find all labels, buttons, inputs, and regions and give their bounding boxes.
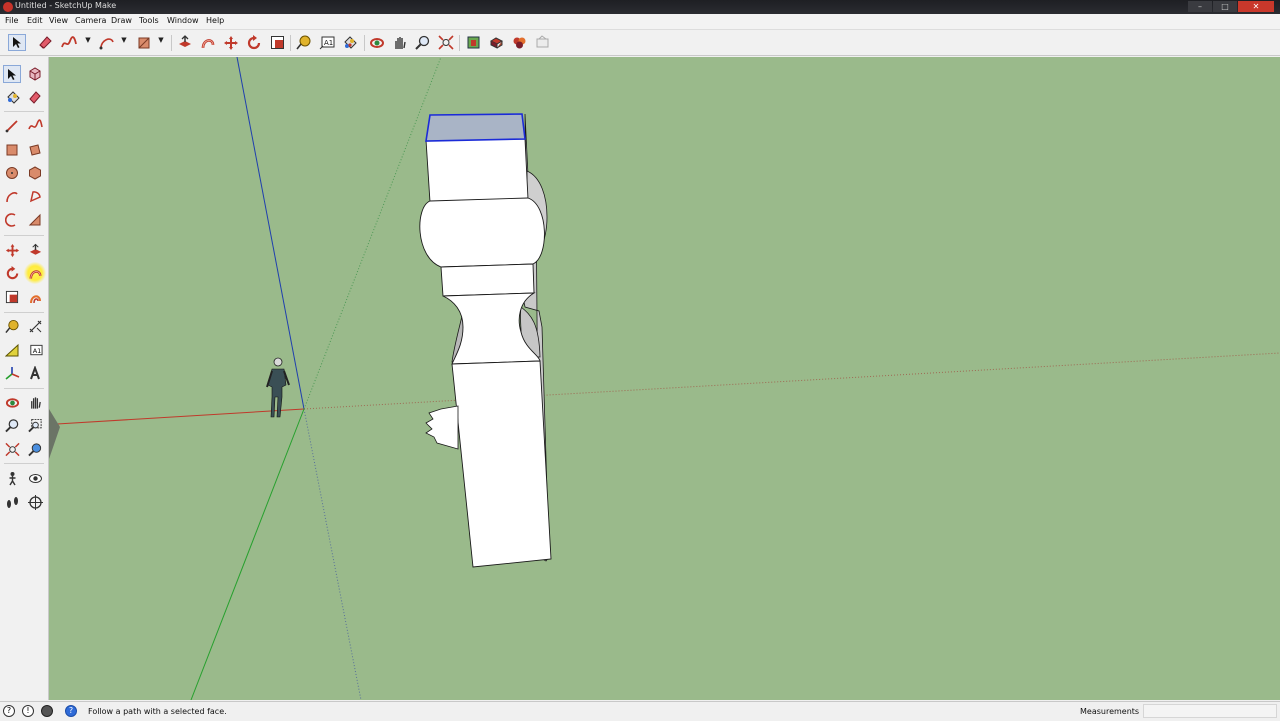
zoom-icon[interactable] <box>3 416 21 434</box>
rotate-icon[interactable] <box>245 34 263 51</box>
arc-icon[interactable] <box>3 188 21 206</box>
rotate-icon[interactable] <box>3 264 21 282</box>
menu-help[interactable]: Help <box>206 16 224 25</box>
position-camera-icon[interactable] <box>3 469 21 487</box>
title-bar: Untitled - SketchUp Make – □ ✕ <box>0 0 1280 14</box>
text-icon[interactable]: A1 <box>318 34 336 51</box>
layout-icon[interactable] <box>533 34 551 51</box>
sketchup-logo-icon <box>3 2 13 12</box>
dimension-icon[interactable] <box>26 317 44 335</box>
paint-bucket-icon[interactable] <box>341 34 359 51</box>
freehand-dropdown-icon[interactable]: ▼ <box>84 36 92 48</box>
menu-camera[interactable]: Camera <box>75 16 106 25</box>
select-icon[interactable] <box>8 34 26 51</box>
push-pull-icon[interactable] <box>176 34 194 51</box>
rectangle-dropdown-icon[interactable]: ▼ <box>157 36 165 48</box>
red-axis-dotted <box>303 352 1280 410</box>
svg-text:A1: A1 <box>324 39 333 47</box>
follow-me-icon[interactable] <box>24 262 46 284</box>
orbit-icon[interactable] <box>3 393 21 411</box>
orbit-icon[interactable] <box>368 34 386 51</box>
menu-draw[interactable]: Draw <box>111 16 132 25</box>
left-toolbar: A1 <box>0 57 49 700</box>
offset-icon[interactable] <box>26 288 44 306</box>
close-icon[interactable]: ✕ <box>1238 1 1274 12</box>
maximize-icon[interactable]: □ <box>1213 1 1237 12</box>
section-plane-icon[interactable] <box>26 493 44 511</box>
3d-text-icon[interactable] <box>26 364 44 382</box>
rotated-rectangle-icon[interactable] <box>26 141 44 159</box>
walk-icon[interactable] <box>3 493 21 511</box>
axes-icon[interactable] <box>3 364 21 382</box>
arc-icon[interactable] <box>98 34 116 51</box>
pie-icon[interactable] <box>26 188 44 206</box>
protractor-icon[interactable] <box>3 341 21 359</box>
move-icon[interactable] <box>3 241 21 259</box>
menu-tools[interactable]: Tools <box>139 16 159 25</box>
scale-icon[interactable] <box>268 34 286 51</box>
follow-me-icon[interactable] <box>199 34 217 51</box>
warehouse-icon[interactable] <box>464 34 482 51</box>
scale-figure <box>266 357 290 418</box>
zoom-icon[interactable] <box>414 34 432 51</box>
scale-icon[interactable] <box>3 288 21 306</box>
baluster-model <box>419 113 552 568</box>
zoom-window-icon[interactable] <box>26 416 44 434</box>
zoom-extents-icon[interactable] <box>3 440 21 458</box>
minimize-icon[interactable]: – <box>1188 1 1212 12</box>
tape-measure-icon[interactable] <box>3 317 21 335</box>
selected-top-face <box>425 113 526 142</box>
share-model-icon[interactable] <box>487 34 505 51</box>
arc-dropdown-icon[interactable]: ▼ <box>120 36 128 48</box>
push-pull-icon[interactable] <box>26 241 44 259</box>
pan-icon[interactable] <box>26 393 44 411</box>
polygon-icon[interactable] <box>26 164 44 182</box>
help-icon[interactable]: ? <box>65 705 77 717</box>
status-bar: ? ! ? Follow a path with a selected face… <box>0 701 1280 721</box>
blue-axis <box>236 57 305 410</box>
text-icon[interactable]: A1 <box>26 341 44 359</box>
two-point-arc-icon[interactable] <box>3 211 21 229</box>
measurements-input[interactable] <box>1143 704 1277 718</box>
menu-view[interactable]: View <box>49 16 68 25</box>
extension-warehouse-icon[interactable] <box>510 34 528 51</box>
menu-file[interactable]: File <box>5 16 18 25</box>
tape-measure-icon[interactable] <box>295 34 313 51</box>
modeling-viewport[interactable] <box>49 57 1280 700</box>
profile-face <box>425 405 459 450</box>
previous-view-icon[interactable] <box>26 440 44 458</box>
main-toolbar: ▼ ▼ ▼ A1 <box>0 30 1280 56</box>
circle-icon[interactable] <box>3 164 21 182</box>
window-title: Untitled - SketchUp Make <box>15 1 117 10</box>
move-icon[interactable] <box>222 34 240 51</box>
rectangle-icon[interactable] <box>135 34 153 51</box>
paint-bucket-icon[interactable] <box>3 88 21 106</box>
freehand-icon[interactable] <box>26 117 44 135</box>
zoom-extents-icon[interactable] <box>437 34 455 51</box>
green-axis <box>190 408 305 700</box>
line-icon[interactable] <box>3 117 21 135</box>
offscreen-object <box>49 409 60 459</box>
menu-bar: File Edit View Camera Draw Tools Window … <box>0 14 1280 30</box>
freehand-icon[interactable] <box>60 34 78 51</box>
geo-location-icon[interactable]: ? <box>3 705 15 717</box>
blue-axis-dotted <box>303 408 362 700</box>
look-around-icon[interactable] <box>26 469 44 487</box>
select-icon[interactable] <box>3 65 21 83</box>
user-icon[interactable] <box>41 705 53 717</box>
eraser-icon[interactable] <box>36 34 54 51</box>
menu-window[interactable]: Window <box>167 16 199 25</box>
pan-icon[interactable] <box>391 34 409 51</box>
measurements-label: Measurements <box>1080 707 1140 716</box>
three-point-arc-icon[interactable] <box>26 211 44 229</box>
make-component-icon[interactable] <box>26 65 44 83</box>
status-hint: Follow a path with a selected face. <box>88 707 227 716</box>
eraser-icon[interactable] <box>26 88 44 106</box>
rectangle-icon[interactable] <box>3 141 21 159</box>
svg-text:A1: A1 <box>32 346 41 354</box>
red-axis <box>56 408 305 425</box>
menu-edit[interactable]: Edit <box>27 16 43 25</box>
credits-icon[interactable]: ! <box>22 705 34 717</box>
